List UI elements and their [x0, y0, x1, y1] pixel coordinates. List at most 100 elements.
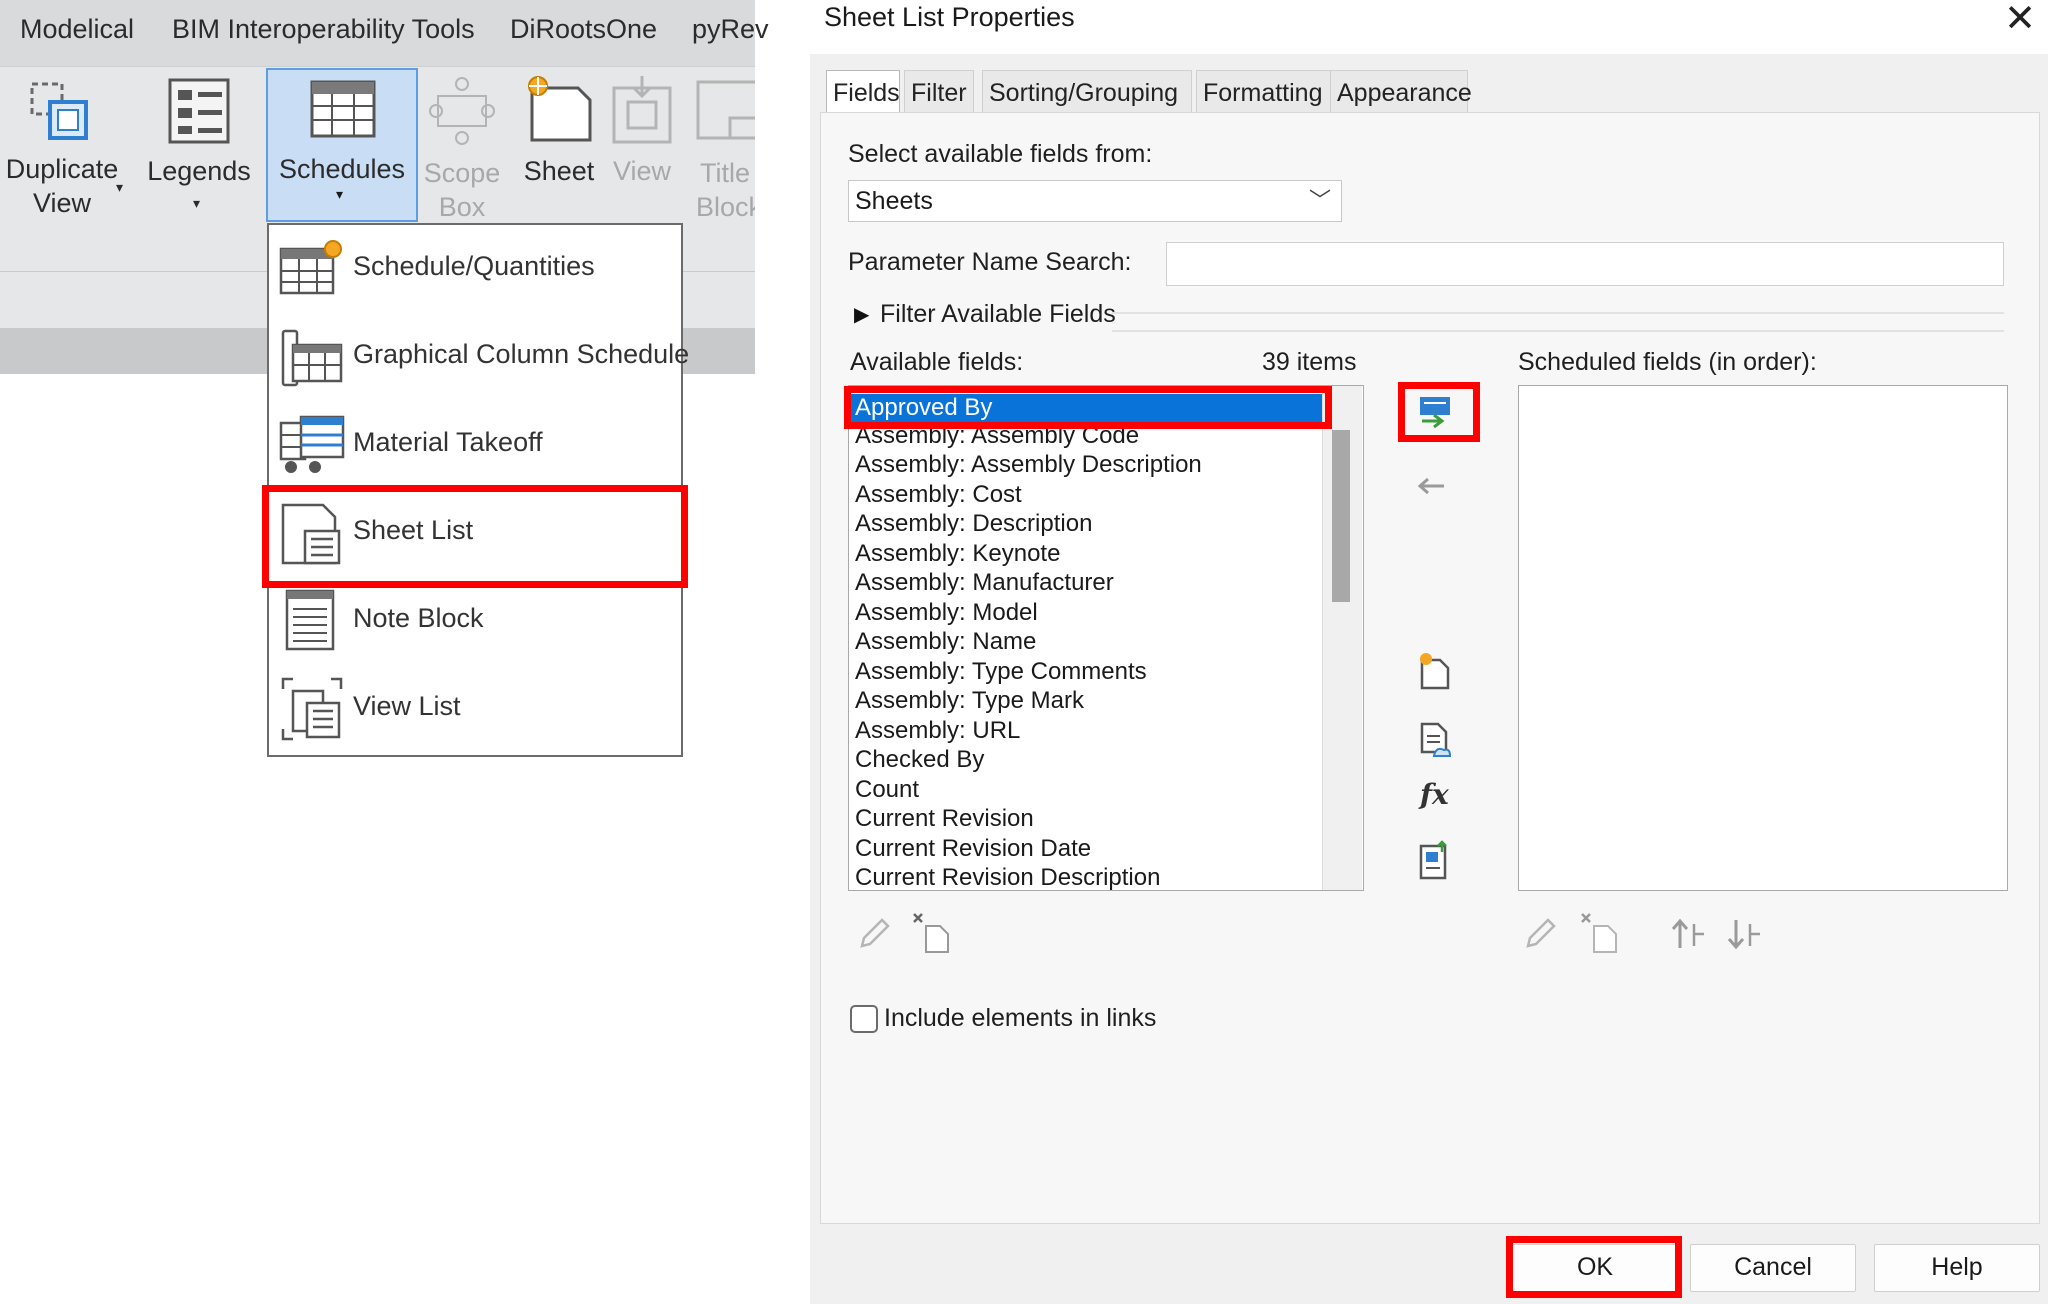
scrollbar-thumb[interactable]: [1332, 430, 1350, 602]
schedules-label: Schedules: [278, 154, 406, 184]
chevron-down-icon: ﹀: [1308, 188, 1331, 213]
list-item[interactable]: Assembly: Manufacturer: [855, 569, 1114, 597]
list-item[interactable]: Current Revision Description: [855, 864, 1160, 890]
duplicate-view-icon: [30, 82, 88, 140]
dialog-tab-strip: Fields Filter Sorting/Grouping Formattin…: [826, 70, 1472, 114]
menu-item-sheet-list[interactable]: Sheet List: [269, 489, 681, 577]
remove-parameter-icon[interactable]: [1416, 476, 1446, 496]
tab-appearance[interactable]: Appearance: [1330, 70, 1472, 114]
dialog-title: Sheet List Properties: [824, 2, 1075, 32]
param-search-input[interactable]: [1166, 242, 2004, 286]
material-takeoff-icon: [279, 415, 345, 473]
tab-filter[interactable]: Filter: [904, 70, 974, 114]
sheet-button[interactable]: Sheet: [514, 74, 604, 224]
ribbon-tab-pyrevit[interactable]: pyRev: [692, 14, 769, 45]
calculated-value-icon[interactable]: fx: [1420, 778, 1449, 811]
move-up-icon[interactable]: [1670, 916, 1706, 952]
new-sheet-icon: [528, 76, 592, 142]
new-parameter-icon[interactable]: [1418, 652, 1450, 690]
schedules-icon: [310, 80, 376, 138]
combine-parameters-icon[interactable]: [1418, 840, 1450, 880]
list-item[interactable]: Assembly: Keynote: [855, 540, 1060, 568]
menu-item-label: Sheet List: [353, 515, 474, 545]
menu-item-label: Note Block: [353, 603, 484, 633]
param-search-label: Parameter Name Search:: [848, 248, 1132, 276]
list-item[interactable]: Assembly: Name: [855, 628, 1036, 656]
menu-item-label: Schedule/Quantities: [353, 251, 595, 281]
list-item[interactable]: Assembly: URL: [855, 717, 1020, 745]
available-count: 39 items: [1262, 348, 1357, 376]
scope-box-label-2: Box: [438, 192, 486, 222]
edit-parameter-icon[interactable]: [1418, 722, 1452, 760]
menu-item-graphical-column-schedule[interactable]: Graphical Column Schedule: [269, 313, 689, 401]
list-item[interactable]: Current Revision Date: [855, 835, 1091, 863]
duplicate-view-button[interactable]: Duplicate View ▾: [0, 74, 124, 224]
scheduled-fields-list[interactable]: [1518, 385, 2008, 891]
edit-pencil-icon[interactable]: [1522, 916, 1558, 952]
menu-item-view-list[interactable]: View List: [269, 665, 681, 753]
place-view-icon: [612, 76, 672, 144]
list-item[interactable]: Checked By: [855, 746, 984, 774]
expand-triangle-icon[interactable]: ▶: [854, 302, 869, 327]
list-item[interactable]: Count: [855, 776, 919, 804]
scope-box-button[interactable]: Scope Box: [422, 74, 502, 224]
sheet-list-icon: [281, 503, 341, 565]
menu-item-schedule-quantities[interactable]: Schedule/Quantities: [269, 225, 681, 313]
select-fields-from-dropdown[interactable]: Sheets ﹀: [848, 180, 1342, 222]
tab-fields[interactable]: Fields: [826, 70, 900, 114]
duplicate-view-label-2: View: [32, 188, 92, 218]
dropdown-arrow-icon: ▾: [116, 179, 124, 195]
list-item[interactable]: Assembly: Assembly Description: [855, 451, 1202, 479]
menu-item-material-takeoff[interactable]: Material Takeoff: [269, 401, 681, 489]
title-block-label-2: Block: [696, 192, 755, 222]
ribbon-tab-bar: Modelical BIM Interoperability Tools DiR…: [0, 0, 769, 66]
ribbon-tab-modelical[interactable]: Modelical: [20, 14, 134, 45]
list-item-selected[interactable]: Approved By: [851, 394, 1329, 422]
view-list-icon: [281, 677, 343, 741]
move-down-icon[interactable]: [1726, 916, 1762, 952]
dropdown-arrow-icon: ▾: [193, 195, 201, 211]
list-item[interactable]: Assembly: Model: [855, 599, 1038, 627]
menu-item-note-block[interactable]: Note Block: [269, 577, 681, 665]
ribbon-tab-bim-interoperability[interactable]: BIM Interoperability Tools: [172, 14, 475, 45]
select-value: Sheets: [855, 187, 933, 215]
include-links-label: Include elements in links: [884, 1004, 1157, 1032]
view-button[interactable]: View: [606, 74, 678, 224]
ok-button[interactable]: OK: [1512, 1244, 1678, 1292]
help-button[interactable]: Help: [1874, 1244, 2040, 1292]
tab-sorting-grouping[interactable]: Sorting/Grouping: [982, 70, 1192, 114]
legends-button[interactable]: Legends ▾: [140, 74, 258, 224]
schedules-button[interactable]: Schedules ▾: [266, 68, 418, 222]
list-item[interactable]: Assembly: Cost: [855, 481, 1022, 509]
note-block-icon: [285, 589, 335, 651]
include-links-checkbox[interactable]: [850, 1005, 878, 1033]
tab-formatting[interactable]: Formatting: [1196, 70, 1338, 114]
menu-item-label: Graphical Column Schedule: [353, 339, 690, 369]
duplicate-view-label-1: Duplicate: [5, 154, 119, 184]
delete-parameter-icon[interactable]: [1580, 912, 1620, 954]
delete-parameter-icon[interactable]: [912, 912, 952, 954]
available-fields-label: Available fields:: [850, 348, 1024, 376]
edit-pencil-icon[interactable]: [856, 916, 892, 952]
view-label: View: [612, 156, 672, 186]
title-block-button[interactable]: Title Block: [690, 74, 755, 224]
ribbon-tab-dirootsone[interactable]: DiRootsOne: [510, 14, 657, 45]
list-item[interactable]: Assembly: Type Comments: [855, 658, 1147, 686]
list-item[interactable]: Current Revision: [855, 805, 1034, 833]
list-item[interactable]: Assembly: Description: [855, 510, 1092, 538]
scope-box-icon: [429, 77, 495, 145]
filter-separator: [1112, 312, 2004, 332]
select-from-label: Select available fields from:: [848, 140, 1153, 168]
sheet-label: Sheet: [523, 156, 595, 186]
scope-box-label-1: Scope: [423, 158, 501, 188]
schedules-dropdown-menu: Schedule/Quantities Graphical Column Sch…: [267, 223, 689, 757]
close-icon[interactable]: ✕: [1998, 0, 2042, 40]
list-item[interactable]: Assembly: Type Mark: [855, 687, 1084, 715]
filter-available-fields-label[interactable]: Filter Available Fields: [880, 300, 1116, 329]
dropdown-arrow-icon: ▾: [336, 186, 344, 202]
legends-icon: [168, 78, 230, 144]
cancel-button[interactable]: Cancel: [1690, 1244, 1856, 1292]
list-item[interactable]: Assembly: Assembly Code: [855, 422, 1139, 450]
available-fields-list[interactable]: Approved By Assembly: Assembly Code Asse…: [848, 385, 1364, 891]
add-parameter-icon[interactable]: [1418, 394, 1452, 428]
